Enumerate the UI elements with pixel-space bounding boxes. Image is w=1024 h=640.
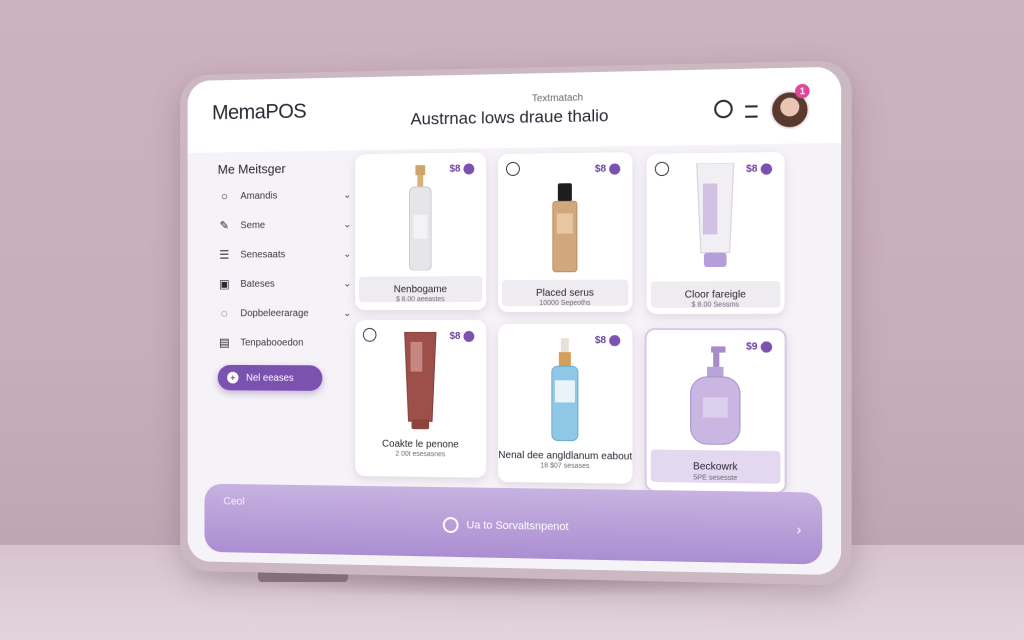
notification-badge: 1	[795, 83, 810, 99]
price-badge: $8	[742, 160, 776, 177]
checkout-bar[interactable]: Ceol Ua to Sorvaltsnpenot ›	[204, 483, 823, 565]
price-badge: $9	[742, 338, 776, 354]
header: MemaPOS Textmatach Austrnac lows draue t…	[187, 66, 842, 153]
box-icon: ▣	[218, 277, 230, 291]
checkout-action-label: Ua to Sorvaltsnpenot	[466, 519, 569, 534]
plus-icon: +	[227, 371, 239, 384]
header-subtitle: Textmatach	[531, 92, 584, 105]
serum-bottle-image	[549, 338, 581, 443]
product-meta: $ 8.00 aeeastes	[395, 296, 445, 304]
tag-icon	[463, 330, 475, 342]
app-logo: MemaPOS	[212, 99, 307, 125]
foundation-bottle-image	[550, 183, 580, 274]
tag-icon	[760, 340, 773, 353]
product-card[interactable]: $8 Coakte le penone 2 00t esesasnes	[355, 320, 487, 478]
pos-device: MemaPOS Textmatach Austrnac lows draue t…	[180, 60, 852, 586]
tag-icon	[609, 162, 621, 175]
chevron-down-icon: ⌄	[343, 278, 352, 289]
chevron-down-icon: ⌄	[343, 218, 352, 230]
leaf-icon	[654, 161, 670, 177]
product-name: Coakte le penone	[382, 438, 459, 450]
sidebar-item-label: Tenpabooedon	[240, 337, 304, 349]
sidebar-item-label: Senesaats	[240, 248, 286, 261]
product-meta: 18 $07 sesases	[540, 462, 590, 471]
menu-icon[interactable]	[745, 105, 758, 118]
drop-icon: ◌	[220, 306, 228, 321]
product-card[interactable]: $8 Placed serus 10000 Sepeoths	[498, 152, 633, 313]
sidebar-item-label: Seme	[240, 219, 266, 231]
page-title: Austrnac lows draue thalio	[410, 106, 609, 129]
sidebar-item-dopbeleerarage[interactable]: ◌ Dopbeleerarage ⌄	[218, 302, 352, 324]
sidebar-item-seme[interactable]: ✎ Seme ⌄	[218, 214, 352, 237]
chevron-down-icon: ⌄	[343, 248, 352, 260]
product-name: Nenbogame	[393, 283, 447, 295]
sidebar-item-bateses[interactable]: ▣ Bateses ⌄	[218, 273, 352, 295]
sidebar-item-label: Dopbeleerarage	[240, 307, 309, 319]
sidebar-item-label: Bateses	[240, 278, 275, 290]
checkout-label: Ceol	[223, 495, 245, 508]
sidebar-item-label: Amandis	[240, 190, 278, 202]
sidebar-item-tenpabooedon[interactable]: ▤ Tenpabooedon	[218, 332, 352, 354]
screen: MemaPOS Textmatach Austrnac lows draue t…	[187, 66, 842, 576]
new-item-button[interactable]: + Nel eeases	[217, 364, 323, 391]
circle-icon: ○	[220, 189, 228, 204]
info-icon	[442, 516, 459, 534]
product-card[interactable]: $9 Beckowrk 5PE sesesste	[644, 328, 787, 495]
product-meta: 10000 Sepeoths	[539, 299, 591, 307]
product-name: Cloor fareigle	[684, 288, 746, 301]
main-content: Me Meitsger ○ Amandis ⌄ ✎ Seme ⌄ ☰ Senes…	[187, 142, 842, 576]
sidebar-item-amandis[interactable]: ○ Amandis ⌄	[218, 184, 352, 207]
product-card[interactable]: $8 Nenal dee angldlanum eabout 18 $07 se…	[498, 323, 633, 484]
sidebar-item-senesaats[interactable]: ☰ Senesaats ⌄	[218, 243, 352, 265]
product-name: Beckowrk	[692, 460, 738, 473]
product-card[interactable]: $8 Nenbogame $ 8.00 aeeastes	[355, 152, 487, 311]
new-item-label: Nel eeases	[246, 372, 294, 384]
price-badge: $8	[446, 160, 479, 176]
chevron-right-icon[interactable]: ›	[796, 521, 801, 537]
product-meta: 2 00t esesasnes	[395, 450, 446, 459]
spray-bottle-image	[406, 165, 435, 270]
doc-icon: ▤	[218, 335, 230, 350]
price-badge: $8	[591, 160, 624, 177]
price-badge: $8	[591, 332, 624, 348]
notification-icon[interactable]	[714, 99, 733, 119]
list-icon: ☰	[219, 247, 230, 262]
leaf-icon	[362, 327, 377, 342]
tube-image	[401, 332, 440, 430]
product-name: Nenal dee angldlanum eabout	[498, 449, 633, 463]
tag-icon	[609, 334, 621, 346]
product-name: Placed serus	[535, 287, 594, 299]
pump-bottle-image	[689, 346, 743, 446]
chevron-down-icon: ⌄	[343, 307, 352, 319]
chevron-down-icon: ⌄	[343, 189, 352, 201]
tag-icon	[760, 162, 773, 175]
checkout-action[interactable]: Ua to Sorvaltsnpenot	[442, 516, 569, 535]
tube-image	[695, 163, 736, 268]
product-card[interactable]: $8 Cloor fareigle $ 8.00 Sessms	[646, 151, 785, 314]
sidebar-heading: Me Meitsger	[217, 161, 286, 177]
leaf-icon	[506, 161, 520, 176]
tag-icon	[463, 162, 475, 175]
price-badge: $8	[446, 328, 479, 344]
product-meta: $ 8.00 Sessms	[691, 301, 740, 309]
dropper-icon: ✎	[219, 218, 230, 233]
